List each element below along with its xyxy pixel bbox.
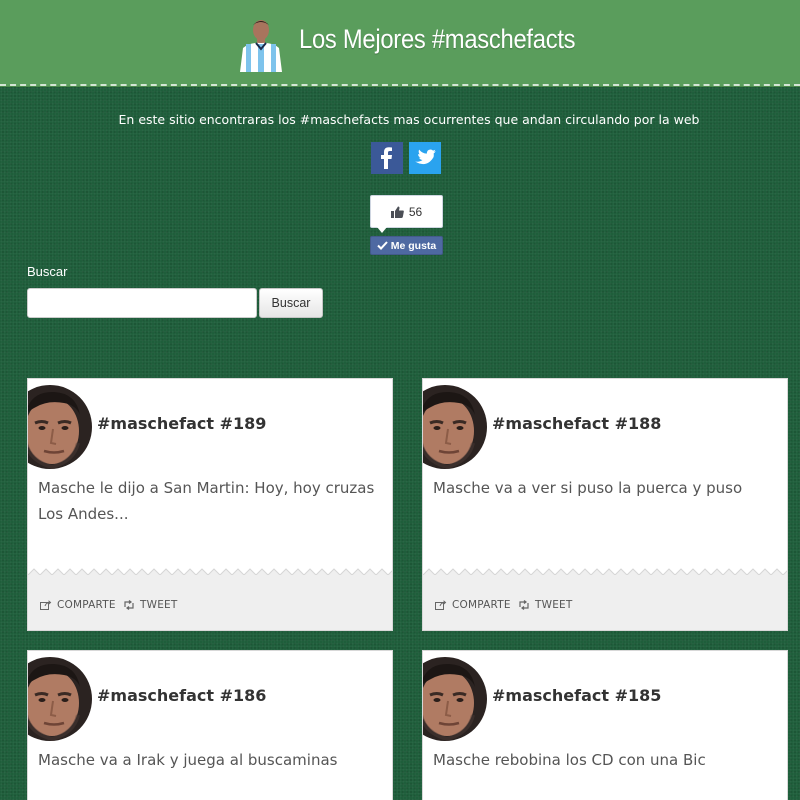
card-title[interactable]: #maschefact #188 [492, 414, 661, 433]
card-text: Masche va a Irak y juega al buscaminas [38, 751, 338, 769]
card-text: Masche rebobina los CD con una Bic [433, 751, 706, 769]
card-title[interactable]: #maschefact #185 [492, 686, 661, 705]
share-icon [40, 600, 52, 610]
card-title[interactable]: #maschefact #186 [97, 686, 266, 705]
card-text: Masche le dijo a San Martin: Hoy, hoy cr… [38, 479, 375, 523]
share-label: COMPARTE [452, 599, 511, 611]
retweet-icon [124, 600, 134, 610]
social-buttons [371, 142, 441, 174]
tweet-button[interactable]: TWEET [123, 599, 177, 611]
avatar [27, 385, 92, 469]
twitter-share-button[interactable] [409, 142, 441, 174]
share-icon [435, 600, 447, 610]
tweet-label: TWEET [535, 599, 573, 611]
like-count: 56 [408, 204, 423, 219]
like-button[interactable]: Me gusta [370, 236, 443, 255]
like-count-box: 56 [370, 195, 443, 233]
share-button[interactable]: COMPARTE [435, 599, 511, 611]
search-label: Buscar [27, 264, 68, 279]
search-button[interactable]: Buscar [259, 288, 323, 318]
like-button-label: Me gusta [390, 239, 437, 252]
card-footer: COMPARTE TWEET [28, 575, 392, 630]
intro-text: En este sitio encontraras los #maschefac… [118, 112, 700, 127]
facebook-icon [381, 147, 392, 169]
avatar [422, 385, 487, 469]
card-text: Masche va a ver si puso la puerca y puso [433, 479, 743, 497]
facebook-share-button[interactable] [371, 142, 403, 174]
fact-card: #maschefact #189 Masche le dijo a San Ma… [27, 378, 393, 631]
share-button[interactable]: COMPARTE [40, 599, 116, 611]
player-avatar-icon [236, 16, 286, 72]
checkmark-icon [377, 241, 388, 250]
tweet-label: TWEET [140, 599, 178, 611]
card-footer: COMPARTE TWEET [423, 575, 787, 630]
share-label: COMPARTE [57, 599, 116, 611]
avatar [27, 657, 92, 741]
fact-card: #maschefact #188 Masche va a ver si puso… [422, 378, 788, 631]
avatar [422, 657, 487, 741]
thumbs-up-icon [390, 206, 404, 218]
fact-card: #maschefact #186 Masche va a Irak y jueg… [27, 650, 393, 800]
twitter-icon [415, 149, 436, 165]
fact-card: #maschefact #185 Masche rebobina los CD … [422, 650, 788, 800]
search-input[interactable] [27, 288, 257, 318]
site-header: Los Mejores #maschefacts [0, 0, 800, 86]
retweet-icon [519, 600, 529, 610]
card-title[interactable]: #maschefact #189 [97, 414, 266, 433]
site-title[interactable]: Los Mejores #maschefacts [299, 24, 576, 55]
tweet-button[interactable]: TWEET [518, 599, 572, 611]
